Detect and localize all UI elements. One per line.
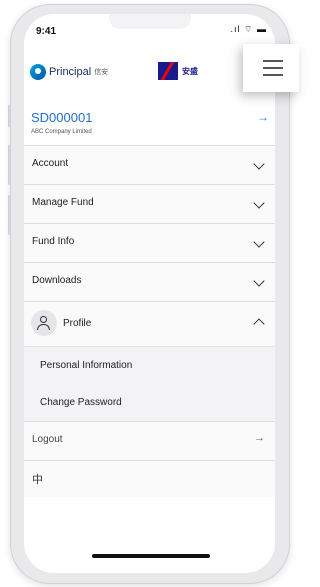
axa-logo-icon bbox=[158, 62, 178, 80]
chevron-down-icon bbox=[253, 158, 265, 170]
account-selector[interactable]: SD000001 ABC Company Limited → bbox=[24, 102, 275, 144]
chevron-down-icon bbox=[253, 236, 265, 248]
signal-wifi-battery-icon: .ıl ⌔ ▬ bbox=[230, 24, 267, 34]
status-bar: 9:41 .ıl ⌔ ▬ bbox=[24, 14, 275, 42]
menu-button[interactable] bbox=[243, 44, 299, 92]
status-time: 9:41 bbox=[36, 26, 57, 37]
axa-logo-cn: 安盛 bbox=[182, 66, 198, 76]
arrow-right-icon: → bbox=[257, 110, 269, 124]
submenu-item-label: Personal Information bbox=[40, 360, 133, 371]
menu-item-label: Manage Fund bbox=[32, 197, 94, 208]
submenu-item-personal-information[interactable]: Personal Information bbox=[24, 347, 275, 384]
language-toggle[interactable]: 中 bbox=[24, 460, 275, 497]
axa-logo[interactable]: 安盛 bbox=[158, 62, 198, 80]
menu-item-label: Account bbox=[32, 158, 69, 169]
profile-label: Profile bbox=[63, 317, 92, 329]
submenu-item-label: Change Password bbox=[40, 397, 122, 408]
principal-logo-text: Principal bbox=[49, 66, 92, 78]
principal-logo-icon bbox=[30, 64, 46, 80]
arrow-right-icon: → bbox=[254, 432, 265, 444]
home-indicator bbox=[92, 554, 210, 558]
header: Principal 信安 安盛 bbox=[24, 48, 275, 100]
account-id: SD000001 bbox=[31, 110, 93, 125]
menu-item-manage-fund[interactable]: Manage Fund bbox=[24, 184, 275, 223]
menu-item-fund-info[interactable]: Fund Info bbox=[24, 223, 275, 262]
phone-side-button bbox=[8, 105, 11, 127]
chevron-up-icon bbox=[253, 318, 265, 330]
menu-item-profile[interactable]: Profile bbox=[24, 301, 275, 346]
principal-logo-cn: 信安 bbox=[94, 69, 109, 76]
chevron-down-icon bbox=[253, 197, 265, 209]
logout-label: Logout bbox=[32, 434, 63, 445]
menu-item-account[interactable]: Account bbox=[24, 145, 275, 184]
hamburger-icon bbox=[263, 60, 283, 62]
nav-menu: Account Manage Fund Fund Info Downloads … bbox=[24, 145, 275, 497]
user-icon bbox=[31, 310, 57, 336]
logout-button[interactable]: Logout → bbox=[24, 421, 275, 460]
profile-toggle: Profile bbox=[31, 310, 91, 336]
principal-logo[interactable]: Principal 信安 bbox=[30, 64, 108, 80]
chevron-down-icon bbox=[253, 275, 265, 287]
phone-volume-up bbox=[8, 145, 11, 185]
submenu-item-change-password[interactable]: Change Password bbox=[24, 384, 275, 421]
app-screen: 9:41 .ıl ⌔ ▬ Principal 信安 安盛 SD000001 AB… bbox=[24, 14, 275, 573]
phone-volume-down bbox=[8, 195, 11, 235]
profile-submenu: Personal Information Change Password bbox=[24, 346, 275, 421]
menu-item-label: Fund Info bbox=[32, 236, 75, 247]
language-label: 中 bbox=[32, 474, 43, 486]
menu-item-downloads[interactable]: Downloads bbox=[24, 262, 275, 301]
menu-item-label: Downloads bbox=[32, 275, 82, 286]
notch bbox=[109, 14, 191, 29]
account-company: ABC Company Limited bbox=[31, 129, 92, 135]
